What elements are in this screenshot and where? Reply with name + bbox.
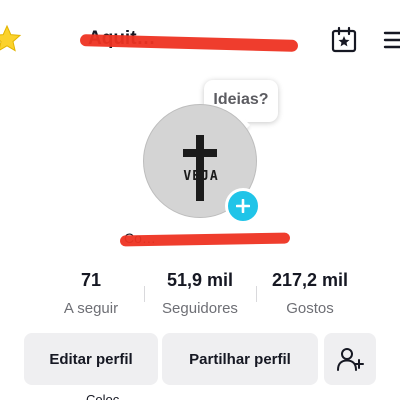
bio-partial: Coloc… [86, 392, 133, 400]
avatar-text: VEJA [183, 169, 219, 184]
username-switcher[interactable]: Aquit… [79, 28, 300, 54]
following-count: 71 [80, 270, 102, 290]
edit-profile-button[interactable]: Editar perfil [24, 333, 158, 385]
likes-label: Gostos [286, 300, 334, 317]
add-friend-button[interactable] [324, 333, 376, 385]
star-icon[interactable] [0, 24, 22, 54]
followers-label: Seguidores [162, 300, 238, 317]
redaction-mark [119, 232, 291, 247]
stat-following[interactable]: 71 A seguir [41, 268, 141, 318]
stats-divider [144, 286, 145, 302]
top-bar: Aquit… [0, 0, 400, 80]
followers-count: 51,9 mil [166, 270, 234, 290]
plus-icon [236, 199, 250, 213]
profile-stats: 71 A seguir 51,9 mil Seguidores 217,2 mi… [0, 268, 400, 328]
likes-count: 217,2 mil [271, 270, 349, 290]
hamburger-menu-icon[interactable] [382, 29, 400, 51]
stat-followers[interactable]: 51,9 mil Seguidores [150, 268, 250, 318]
add-photo-button[interactable] [225, 188, 261, 224]
add-user-icon [337, 348, 364, 371]
following-label: A seguir [63, 300, 119, 317]
calendar-star-icon[interactable] [330, 26, 358, 54]
share-profile-button[interactable]: Partilhar perfil [162, 333, 318, 385]
profile-nickname: Co… [119, 230, 291, 250]
stat-likes[interactable]: 217,2 mil Gostos [260, 268, 360, 318]
stats-divider [256, 286, 257, 302]
